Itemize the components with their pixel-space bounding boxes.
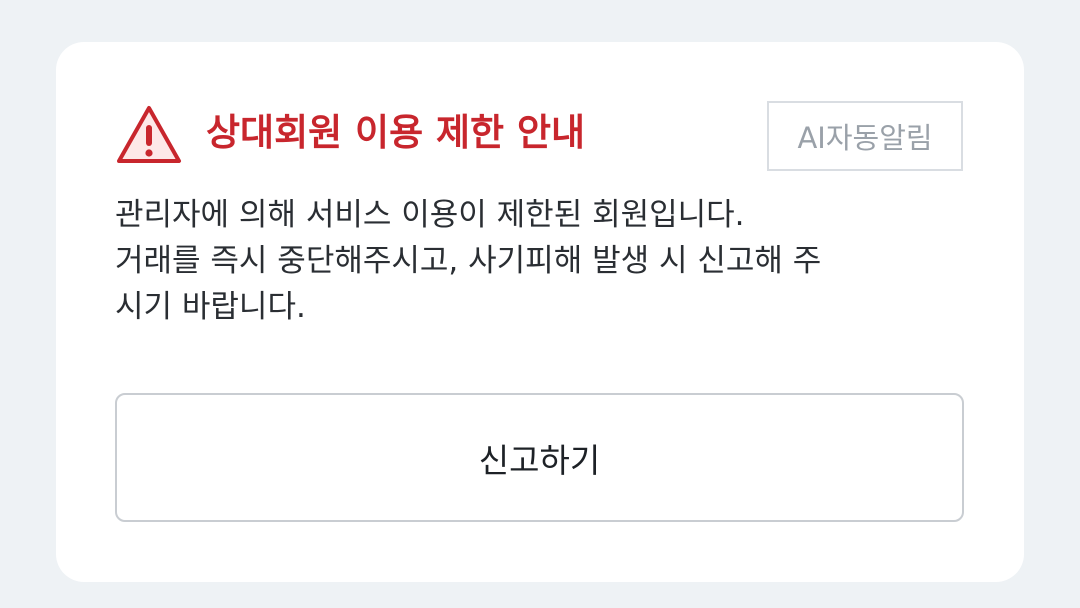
notice-message-line: 시기 바랍니다. xyxy=(115,289,306,325)
report-button[interactable]: 신고하기 xyxy=(115,393,964,522)
restriction-notice-card: 상대회원 이용 제한 안내 AI자동알림 관리자에 의해 서비스 이용이 제한된… xyxy=(56,42,1024,582)
notice-message: 관리자에 의해 서비스 이용이 제한된 회원입니다. 거래를 즉시 중단해주시고… xyxy=(115,192,975,330)
ai-auto-alert-badge: AI자동알림 xyxy=(767,101,963,171)
warning-triangle-icon xyxy=(115,104,183,166)
notice-message-line: 거래를 즉시 중단해주시고, 사기피해 발생 시 신고해 주 xyxy=(115,243,822,279)
notice-title: 상대회원 이용 제한 안내 xyxy=(206,111,586,154)
notice-message-line: 관리자에 의해 서비스 이용이 제한된 회원입니다. xyxy=(115,197,745,233)
